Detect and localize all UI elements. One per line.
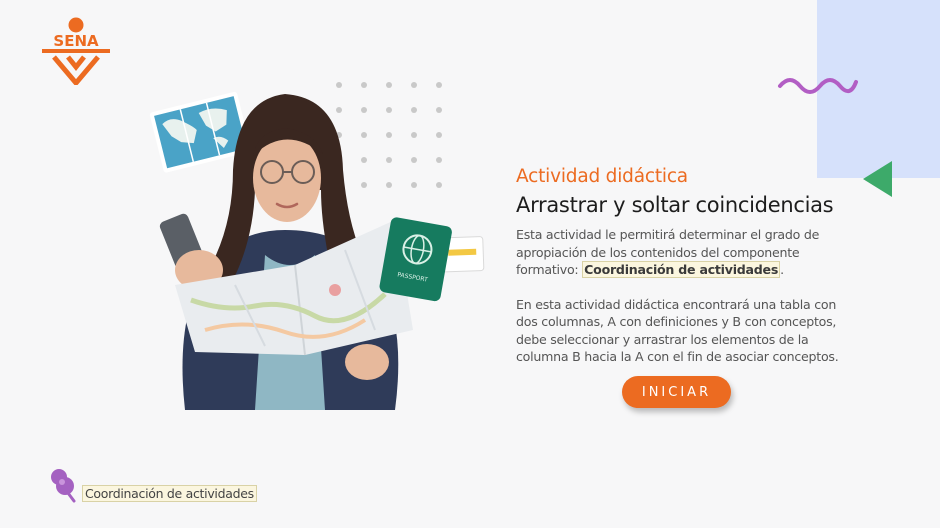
page-title: Arrastrar y soltar coincidencias [516,193,834,217]
triangle-decoration [863,161,892,197]
logo-text: SENA [53,32,99,50]
instructions-paragraph: En esta actividad didáctica encontrará u… [516,296,839,365]
footer-breadcrumb: Coordinación de actividades [48,467,257,503]
activity-kicker: Actividad didáctica [516,166,688,187]
start-button[interactable]: INICIAR [622,376,731,408]
activity-intro: Actividad didáctica Arrastrar y soltar c… [516,165,856,366]
sena-figure-icon: SENA [42,17,110,86]
pin-icon [51,469,76,503]
footer-label: Coordinación de actividades [82,485,257,502]
woman-with-map-photo: PASSPORT [149,91,485,410]
wave-decoration [778,78,858,94]
description-end: . [780,262,784,277]
component-highlight: Coordinación de actividades [582,261,781,278]
sena-logo: SENA [40,17,112,86]
description-paragraph: Esta actividad le permitirá determinar e… [516,226,856,279]
